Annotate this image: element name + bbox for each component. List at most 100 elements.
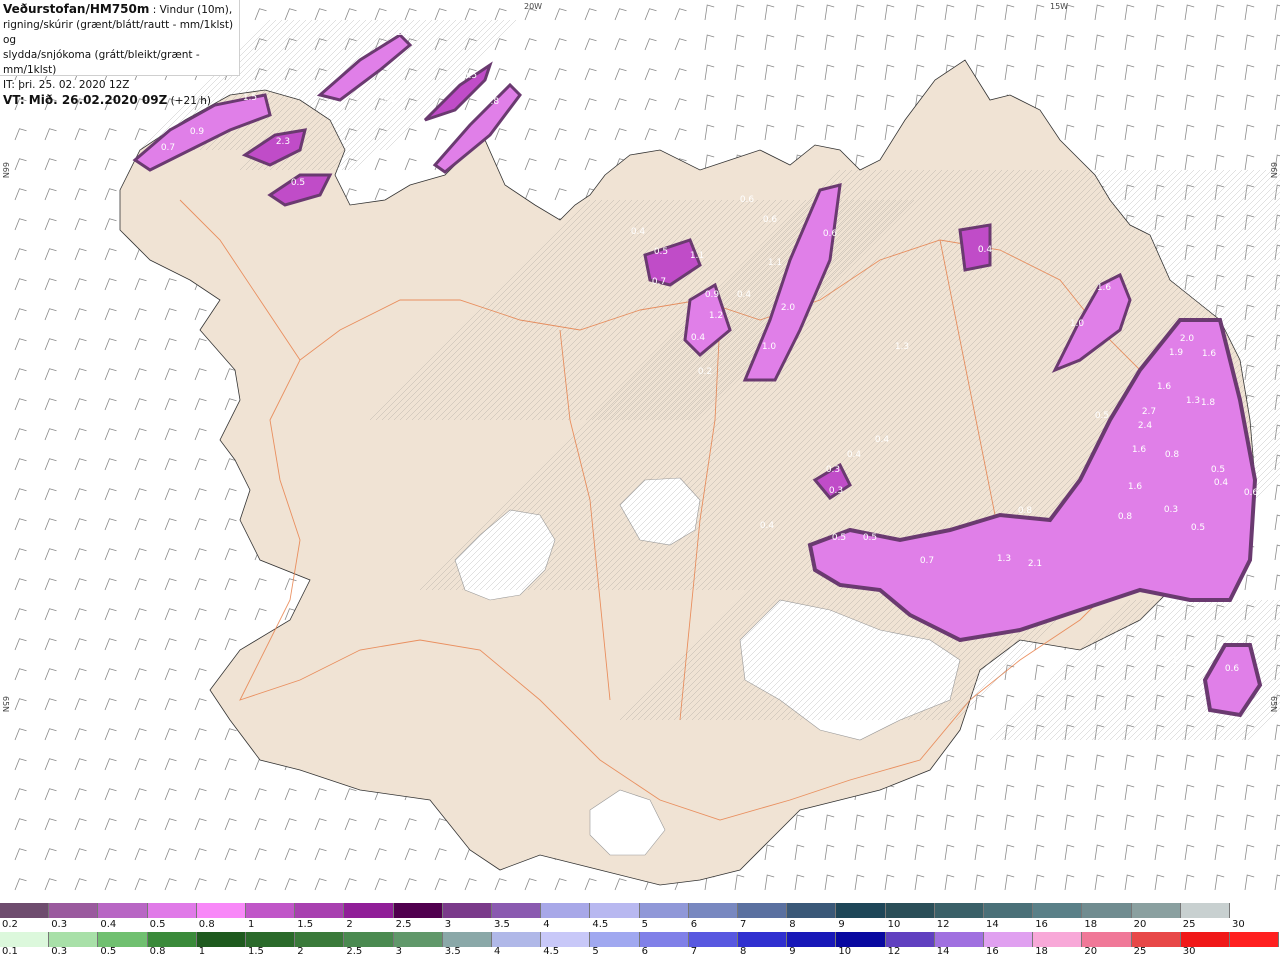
- legend-swatch: [196, 932, 246, 947]
- legend-tick-label: 1: [248, 919, 255, 930]
- legend-swatch: [885, 932, 935, 947]
- legend-tick-label: 0.3: [51, 919, 68, 930]
- precip-value-label: 0.5: [463, 71, 477, 81]
- legend-tick-label: 2: [297, 946, 304, 957]
- precip-value-label: 1.6: [1128, 482, 1143, 492]
- title-line-2: rigning/skúrir (grænt/blátt/rautt - mm/1…: [3, 19, 234, 46]
- legend-tick-label: 0.1: [2, 946, 18, 957]
- legend-swatch: [393, 903, 443, 918]
- legend-tick-label: 2.5: [346, 946, 363, 957]
- precip-value-label: 0.8: [1018, 506, 1033, 516]
- precip-value-label: 0.3: [826, 465, 840, 475]
- precip-value-label: 0.7: [920, 556, 934, 566]
- precip-value-label: 0.4: [978, 245, 993, 255]
- legend-swatch: [836, 932, 886, 947]
- legend-tick-label: 25: [1133, 946, 1147, 957]
- legend-snow-bar: [0, 903, 1230, 918]
- legend-tick-label: 30: [1232, 919, 1245, 930]
- legend-swatch: [147, 903, 197, 918]
- legend-tick-label: 3: [395, 946, 402, 957]
- legend-tick-label: 7: [690, 946, 698, 957]
- legend-swatch: [885, 903, 935, 918]
- precip-value-label: 2.4: [1138, 421, 1153, 431]
- legend-swatch: [246, 903, 296, 918]
- precip-value-label: 0.5: [1211, 465, 1225, 475]
- legend-tick-label: 12: [887, 946, 901, 957]
- legend-swatch: [984, 903, 1034, 918]
- longitude-label-20w: 20W: [524, 2, 543, 11]
- legend-tick-label: 9: [838, 919, 845, 930]
- precip-value-label: 0.6: [740, 195, 755, 205]
- precip-value-label: 1.6: [1157, 382, 1172, 392]
- latitude-label-left: 66N: [1, 162, 10, 179]
- precip-value-label: 2.1: [1028, 559, 1042, 569]
- precip-value-label: 0.8: [1118, 512, 1133, 522]
- precip-value-label: 0.5: [832, 533, 846, 543]
- legend-swatch: [344, 903, 394, 918]
- precip-value-label: 0.3: [829, 486, 843, 496]
- longitude-label-15w: 15W: [1050, 2, 1069, 11]
- legend-swatch: [836, 903, 886, 918]
- precip-value-label: 1.0: [1070, 319, 1085, 329]
- precip-value-label: 0.9: [190, 127, 205, 137]
- precip-value-label: 1.0: [762, 342, 777, 352]
- legend-swatch: [787, 903, 837, 918]
- precip-value-label: 0.8: [1165, 450, 1180, 460]
- legend-tick-label: 0.8: [149, 946, 166, 957]
- legend-tick-label: 0.2: [2, 919, 18, 930]
- precip-value-label: 1.6: [1132, 445, 1147, 455]
- legend-swatch: [1033, 903, 1083, 918]
- legend-tick-label: 16: [1035, 919, 1048, 930]
- legend-tick-label: 0.5: [149, 919, 166, 930]
- legend-tick-label: 4.5: [543, 946, 560, 957]
- legend-tick-label: 2.5: [395, 919, 412, 930]
- legend-tick-label: 0.8: [198, 919, 215, 930]
- precip-value-label: 0.6: [823, 229, 838, 239]
- precip-value-label: 2.7: [1142, 407, 1156, 417]
- valid-time: VT: Mið. 26.02.2020 09Z: [3, 93, 168, 107]
- latitude-label-right-low: 65N: [1269, 696, 1278, 713]
- weather-map: 2.8 0.5 0.3 0.8 1.5 0.9 0.7 2.3 0.5 0.4 0.5 0.7 1.1 0…: [0, 0, 1280, 905]
- precip-value-label: 1.3: [895, 342, 909, 352]
- legend-swatch: [1082, 903, 1132, 918]
- legend-tick-label: 10: [887, 919, 901, 930]
- latitude-label-left-low: 65N: [1, 696, 10, 713]
- legend-swatch: [442, 903, 492, 918]
- legend-swatch: [492, 932, 542, 947]
- legend-tick-label: 3.5: [494, 919, 510, 930]
- legend-swatch: [639, 903, 689, 918]
- legend-tick-label: 10: [838, 946, 852, 957]
- legend-swatch: [1082, 932, 1132, 947]
- precip-value-label: 0.6: [1225, 664, 1240, 674]
- legend-swatch: [1131, 932, 1181, 947]
- legend-swatch: [1131, 903, 1181, 918]
- legend-tick-label: 4: [543, 919, 550, 930]
- legend-rain-labels: 0.1 0.3 0.5 0.8 1 1.5 2 2.5 3 3.5 4 4.5 5 6 7 8 9 10 12 14 1…: [0, 946, 1280, 958]
- precip-value-label: 2.3: [276, 137, 290, 147]
- precip-value-label: 1.1: [768, 258, 782, 268]
- precip-value-label: 0.5: [1095, 411, 1109, 421]
- legend-swatch: [984, 932, 1034, 947]
- title-field: : Vindur (10m),: [149, 4, 233, 16]
- legend-swatch: [295, 932, 345, 947]
- legend-swatch: [442, 932, 492, 947]
- legend-tick-label: 0.4: [100, 919, 117, 930]
- legend-tick-label: 8: [789, 919, 796, 930]
- precip-value-label: 0.4: [875, 435, 890, 445]
- model-name: Veðurstofan/HM750m: [3, 2, 150, 16]
- legend-tick-label: 20: [1084, 946, 1098, 957]
- legend-swatch: [590, 903, 640, 918]
- legend-swatch: [541, 903, 591, 918]
- legend-tick-label: 20: [1133, 919, 1147, 930]
- legend-tick-label: 3.5: [444, 946, 461, 957]
- legend-swatch: [688, 932, 738, 947]
- legend-tick-label: 4.5: [592, 919, 609, 930]
- precip-value-label: 0.5: [654, 247, 668, 257]
- legend-swatch: [98, 903, 148, 918]
- precip-value-label: 0.8: [485, 97, 500, 107]
- precip-value-label: 0.4: [737, 290, 752, 300]
- legend-swatch: [1180, 932, 1230, 947]
- legend-swatch: [344, 932, 394, 947]
- precip-value-label: 1.9: [1169, 348, 1184, 358]
- legend-swatch: [492, 903, 542, 918]
